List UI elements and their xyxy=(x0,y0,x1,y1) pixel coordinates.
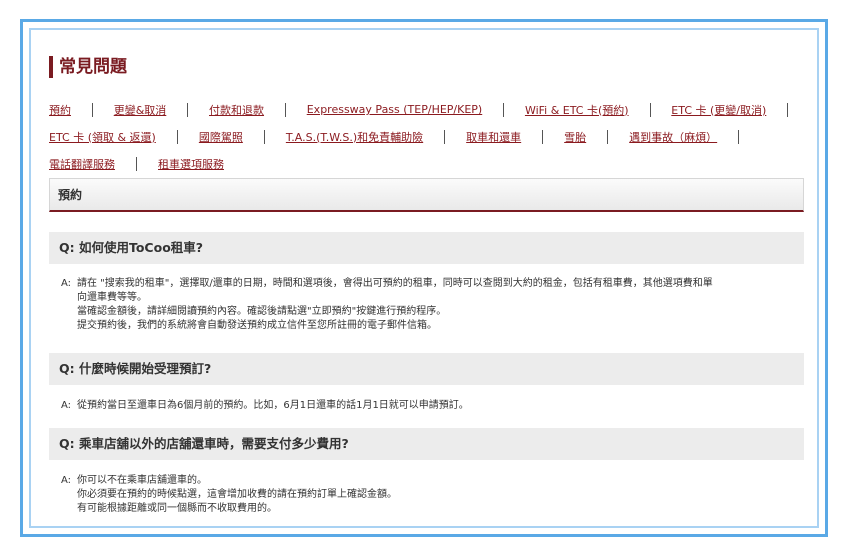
category-nav: 預約 更變&取消 付款和退款 Expressway Pass (TEP/HEP/… xyxy=(49,96,809,177)
faq-question: Q: 乘車店舖以外的店舖還車時，需要支付多少費用? xyxy=(49,428,804,460)
nav-link-reservation[interactable]: 預約 xyxy=(49,102,71,118)
page-title: 常見問題 xyxy=(49,56,127,78)
answer-line: 提交預約後，我們的系統將會自動發送預約成立信件至您所註冊的電子郵件信箱。 xyxy=(77,320,437,331)
section-header: 預約 xyxy=(49,178,804,212)
nav-link-snow-tires[interactable]: 雪胎 xyxy=(564,129,586,145)
answer-line: 當確認金額後，請詳細閱讀預約內容。確認後請點選"立即預約"按鍵進行預約程序。 xyxy=(77,306,447,317)
nav-separator xyxy=(187,102,189,117)
nav-separator xyxy=(92,102,93,117)
answer-label: A: xyxy=(61,278,72,289)
nav-link-phone-translation[interactable]: 電話翻譯服務 xyxy=(49,156,115,172)
answer-line: 有可能根據距離或同一個縣而不收取費用的。 xyxy=(77,503,277,514)
nav-separator xyxy=(263,129,265,144)
answer-line: 從預約當日至還車日為6個月前的預約。比如，6月1日還車的話1月1日就可以申請預訂… xyxy=(77,400,469,411)
nav-separator xyxy=(738,129,740,144)
nav-separator xyxy=(176,129,178,144)
nav-row-3: 電話翻譯服務 租車選項服務 xyxy=(49,150,809,177)
nav-link-accident[interactable]: 遇到事故（麻煩） xyxy=(629,129,717,145)
nav-separator xyxy=(285,102,286,117)
content-frame: 常見問題 預約 更變&取消 付款和退款 Expressway Pass (TEP… xyxy=(29,28,819,528)
nav-separator xyxy=(649,102,651,117)
nav-link-etc-change[interactable]: ETC 卡 (更變/取消) xyxy=(671,102,766,118)
nav-link-pickup-return[interactable]: 取車和還車 xyxy=(466,129,521,145)
answer-line: 你可以不在乘車店舖還車的。 xyxy=(77,475,207,486)
nav-link-tas-insurance[interactable]: T.A.S.(T.W.S.)和免責輔助險 xyxy=(286,129,423,145)
nav-separator xyxy=(787,102,789,117)
answer-line: 你必須要在預約的時候點選，這會增加收費的請在預約訂單上確認金額。 xyxy=(77,489,397,500)
answer-line: 向還車費等等。 xyxy=(77,292,147,303)
nav-link-rental-options[interactable]: 租車選項服務 xyxy=(158,156,224,172)
faq-answer: A: 請在 "搜索我的租車"，選擇取/還車的日期，時間和選項後，會得出可預約的租… xyxy=(61,277,801,333)
faq-answer: A: 從預約當日至還車日為6個月前的預約。比如，6月1日還車的話1月1日就可以申… xyxy=(61,399,801,413)
answer-label: A: xyxy=(61,475,72,486)
nav-link-wifi-etc[interactable]: WiFi & ETC 卡(預約) xyxy=(525,102,629,118)
nav-row-2: ETC 卡 (領取 & 返還) 國際駕照 T.A.S.(T.W.S.)和免責輔助… xyxy=(49,123,809,150)
nav-link-international-license[interactable]: 國際駕照 xyxy=(199,129,243,145)
nav-separator xyxy=(503,102,504,117)
faq-page: 常見問題 預約 更變&取消 付款和退款 Expressway Pass (TEP… xyxy=(31,30,817,526)
nav-separator xyxy=(607,129,609,144)
nav-separator xyxy=(444,129,446,144)
answer-label: A: xyxy=(61,400,72,411)
nav-separator xyxy=(542,129,544,144)
faq-question: Q: 什麼時候開始受理預訂? xyxy=(49,353,804,385)
nav-row-1: 預約 更變&取消 付款和退款 Expressway Pass (TEP/HEP/… xyxy=(49,96,809,123)
nav-link-change-cancel[interactable]: 更變&取消 xyxy=(114,102,167,118)
faq-question: Q: 如何使用ToCoo租車? xyxy=(49,232,804,264)
nav-link-payment-refund[interactable]: 付款和退款 xyxy=(209,102,264,118)
nav-link-expressway-pass[interactable]: Expressway Pass (TEP/HEP/KEP) xyxy=(307,103,482,116)
faq-answer: A: 你可以不在乘車店舖還車的。 你必須要在預約的時候點選，這會增加收費的請在預… xyxy=(61,474,801,516)
nav-link-etc-pickup-return[interactable]: ETC 卡 (領取 & 返還) xyxy=(49,129,156,145)
answer-line: 請在 "搜索我的租車"，選擇取/還車的日期，時間和選項後，會得出可預約的租車，同… xyxy=(77,278,713,289)
nav-separator xyxy=(136,156,137,171)
